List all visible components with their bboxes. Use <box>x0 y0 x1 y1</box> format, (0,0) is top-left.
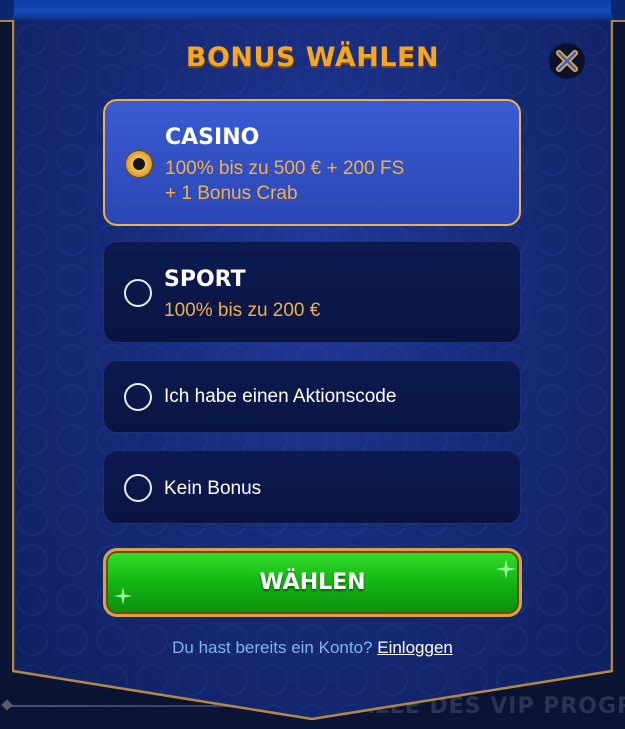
radio-promo-code[interactable] <box>124 383 152 411</box>
radio-no-bonus[interactable] <box>124 474 152 502</box>
close-x-icon <box>556 50 578 72</box>
modal-top-bar <box>0 0 625 22</box>
login-link[interactable]: Einloggen <box>377 638 453 657</box>
bonus-option-casino[interactable]: CASINO 100% bis zu 500 € + 200 FS + 1 Bo… <box>103 99 521 226</box>
radio-sport[interactable] <box>124 279 152 307</box>
modal-title: BONUS WÄHLEN <box>185 42 440 73</box>
option-title: SPORT <box>164 267 246 292</box>
choose-bonus-button[interactable]: WÄHLEN <box>103 548 522 617</box>
top-bar-cap-right <box>611 0 625 20</box>
option-description: 100% bis zu 500 € + 200 FS <box>165 158 405 179</box>
radio-casino[interactable] <box>125 150 153 178</box>
login-prompt: Du hast bereits ein Konto? Einloggen <box>0 638 625 658</box>
option-title: CASINO <box>165 125 260 150</box>
close-button[interactable] <box>551 45 583 77</box>
option-label: Kein Bonus <box>164 478 262 499</box>
top-bar-cap-left <box>0 0 14 20</box>
bonus-option-sport[interactable]: SPORT 100% bis zu 200 € <box>103 241 521 343</box>
sparkle-icon <box>496 559 516 579</box>
bonus-option-promo-code[interactable]: Ich habe einen Aktionscode <box>103 360 521 433</box>
bonus-option-no-bonus[interactable]: Kein Bonus <box>103 450 521 524</box>
option-description-extra: + 1 Bonus Crab <box>165 183 298 204</box>
sparkle-icon <box>114 587 132 605</box>
option-description: 100% bis zu 200 € <box>164 300 321 321</box>
choose-bonus-label: WÄHLEN <box>259 570 366 595</box>
option-label: Ich habe einen Aktionscode <box>164 386 397 407</box>
login-prompt-text: Du hast bereits ein Konto? <box>172 638 373 657</box>
